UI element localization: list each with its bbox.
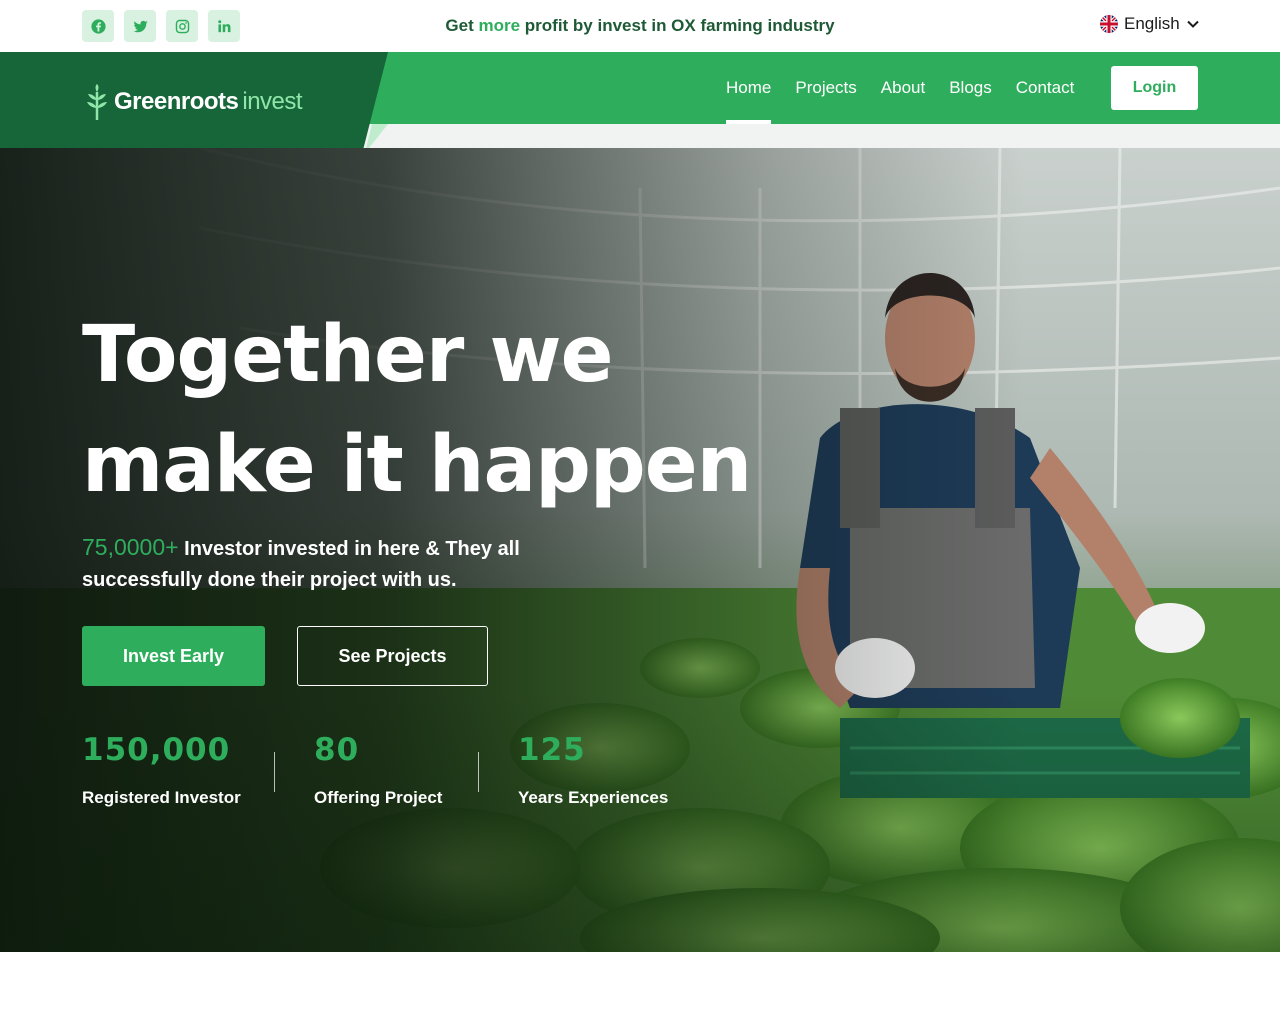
- logo-word-invest: invest: [242, 88, 303, 115]
- stat-label: Offering Project: [314, 788, 443, 807]
- sprout-logo-icon: [87, 84, 107, 120]
- hero-intro: 75,0000+ Investor invested in here & The…: [82, 532, 542, 596]
- nav-home[interactable]: Home: [726, 52, 772, 124]
- login-button[interactable]: Login: [1111, 66, 1198, 110]
- stat-value: 125: [518, 732, 586, 768]
- investor-count: 75,0000+: [82, 534, 179, 560]
- hero-headline: Together we make it happen: [82, 300, 802, 520]
- stat-divider: [274, 752, 275, 792]
- nav-about[interactable]: About: [881, 52, 925, 124]
- hero-section: Together we make it happen 75,0000+ Inve…: [0, 148, 1280, 952]
- stat-value: 150,000: [82, 732, 231, 768]
- brand-logo[interactable]: Greenroots invest: [84, 84, 303, 120]
- uk-flag-icon: [1100, 15, 1118, 33]
- language-selector[interactable]: English: [1100, 14, 1200, 34]
- nav-blogs[interactable]: Blogs: [949, 52, 992, 124]
- see-projects-button[interactable]: See Projects: [297, 626, 488, 686]
- tagline-text: Get: [445, 16, 479, 35]
- invest-early-button[interactable]: Invest Early: [82, 626, 265, 686]
- hero-headline-line1: Together we: [82, 310, 613, 400]
- stat-offering-project: 80 Offering Project: [314, 732, 442, 808]
- stat-value: 80: [314, 732, 360, 768]
- nav-contact[interactable]: Contact: [1016, 52, 1075, 124]
- chevron-down-icon: [1187, 20, 1199, 28]
- hero-headline-line2: make it happen: [82, 420, 752, 510]
- top-bar: Get more profit by invest in OX farming …: [0, 0, 1280, 52]
- stat-divider: [478, 752, 479, 792]
- language-label: English: [1124, 14, 1180, 33]
- stat-label: Registered Investor: [82, 788, 241, 807]
- tagline-text-end: profit by invest in OX farming industry: [520, 16, 835, 35]
- logo-block: Greenroots invest: [0, 52, 388, 154]
- stat-years-experiences: 125 Years Experiences: [518, 732, 668, 808]
- main-menu: Home Projects About Blogs Contact: [726, 52, 1074, 124]
- stat-registered-investor: 150,000 Registered Investor: [82, 732, 241, 808]
- hero-bottom-shade: [0, 692, 1280, 952]
- nav-projects[interactable]: Projects: [795, 52, 856, 124]
- stat-label: Years Experiences: [518, 788, 669, 807]
- tagline-highlight: more: [478, 16, 521, 35]
- logo-word-greenroots: Greenroots: [114, 88, 239, 115]
- promo-tagline: Get more profit by invest in OX farming …: [0, 16, 1280, 36]
